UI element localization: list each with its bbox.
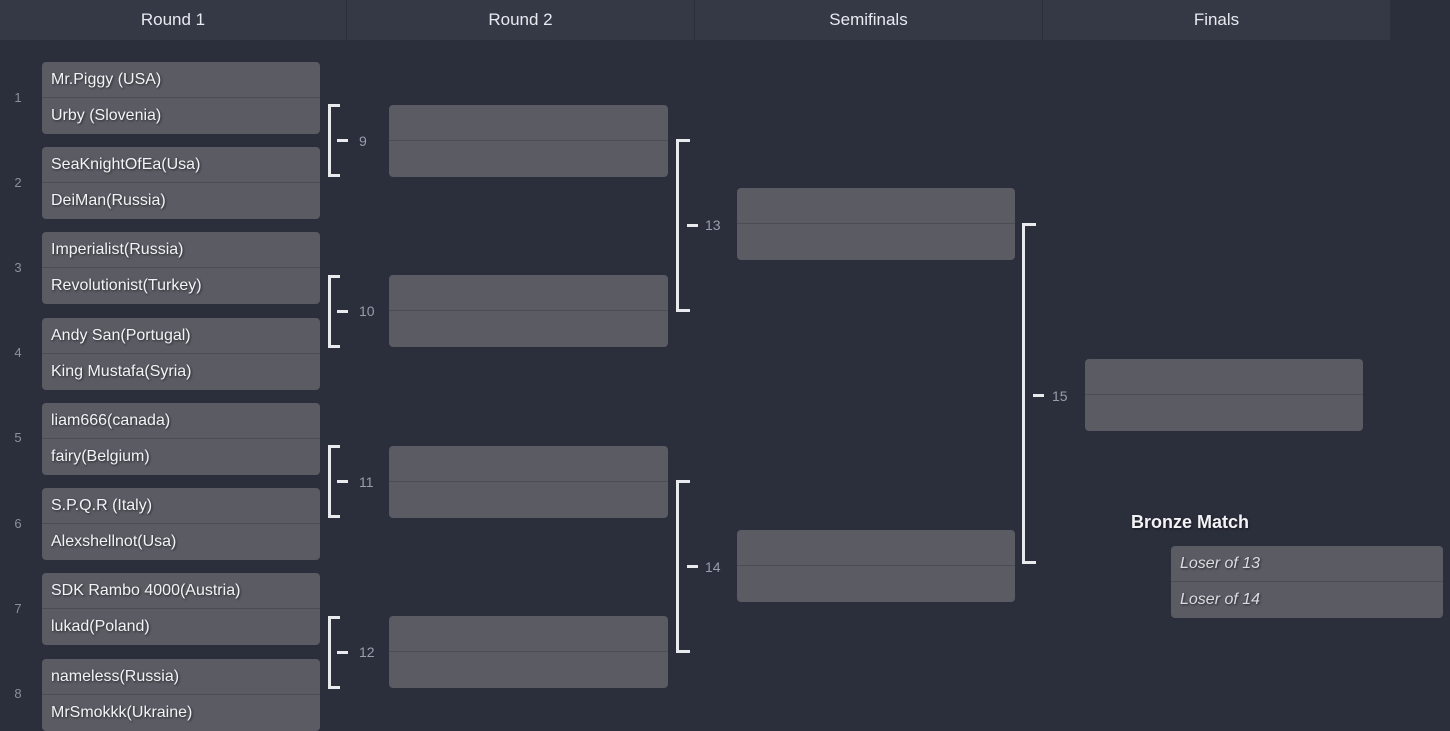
match-box-r2-10[interactable] <box>389 275 668 347</box>
match-box-r1-7[interactable]: SDK Rambo 4000(Austria) lukad(Poland) <box>42 573 320 645</box>
match-slot-top[interactable]: S.P.Q.R (Italy) <box>42 488 320 524</box>
match-slot-top[interactable] <box>389 446 668 482</box>
seed-number-3: 3 <box>14 260 22 275</box>
match-number-11: 11 <box>359 474 374 490</box>
seed-number-6: 6 <box>14 516 22 531</box>
match-slot-bottom[interactable]: MrSmokkk(Ukraine) <box>42 695 320 731</box>
match-slot-top[interactable]: SeaKnightOfEa(Usa) <box>42 147 320 183</box>
connector-stub-14 <box>687 565 698 568</box>
match-slot-top[interactable]: Loser of 13 <box>1171 546 1443 582</box>
match-slot-bottom[interactable]: Revolutionist(Turkey) <box>42 268 320 304</box>
match-slot-bottom[interactable]: DeiMan(Russia) <box>42 183 320 219</box>
match-slot-bottom[interactable]: lukad(Poland) <box>42 609 320 645</box>
connector-stub-11 <box>337 480 348 483</box>
match-slot-bottom[interactable] <box>389 141 668 177</box>
match-box-r2-11[interactable] <box>389 446 668 518</box>
match-slot-bottom[interactable] <box>389 311 668 347</box>
seed-number-1: 1 <box>14 90 22 105</box>
match-slot-top[interactable]: liam666(canada) <box>42 403 320 439</box>
connector-stub-10 <box>337 310 348 313</box>
match-box-r1-4[interactable]: Andy San(Portugal) King Mustafa(Syria) <box>42 318 320 390</box>
connector-stub-15 <box>1033 394 1044 397</box>
connector-stub-9 <box>337 139 348 142</box>
match-slot-top[interactable]: SDK Rambo 4000(Austria) <box>42 573 320 609</box>
match-slot-top[interactable] <box>737 530 1015 566</box>
match-slot-bottom[interactable]: Loser of 14 <box>1171 582 1443 618</box>
match-box-r1-5[interactable]: liam666(canada) fairy(Belgium) <box>42 403 320 475</box>
bronze-match-title: Bronze Match <box>1131 512 1250 532</box>
match-slot-bottom[interactable]: Alexshellnot(Usa) <box>42 524 320 560</box>
match-slot-top[interactable] <box>737 188 1015 224</box>
tournament-bracket: 1 2 3 4 5 6 7 8 Mr.Piggy (USA) Urby (Slo… <box>0 0 1450 731</box>
match-number-14: 14 <box>705 559 721 575</box>
match-slot-bottom[interactable]: fairy(Belgium) <box>42 439 320 475</box>
match-slot-bottom[interactable] <box>389 652 668 688</box>
seed-number-4: 4 <box>14 345 22 360</box>
match-slot-bottom[interactable] <box>389 482 668 518</box>
seed-number-7: 7 <box>14 601 22 616</box>
match-number-10: 10 <box>359 303 375 319</box>
match-box-r2-12[interactable] <box>389 616 668 688</box>
match-box-r1-6[interactable]: S.P.Q.R (Italy) Alexshellnot(Usa) <box>42 488 320 560</box>
match-slot-bottom[interactable] <box>737 224 1015 260</box>
match-slot-top[interactable] <box>389 616 668 652</box>
connector-stub-12 <box>337 651 348 654</box>
match-slot-top[interactable]: nameless(Russia) <box>42 659 320 695</box>
match-box-r1-8[interactable]: nameless(Russia) MrSmokkk(Ukraine) <box>42 659 320 731</box>
match-slot-top[interactable]: Imperialist(Russia) <box>42 232 320 268</box>
match-slot-top[interactable] <box>389 105 668 141</box>
match-box-r2-9[interactable] <box>389 105 668 177</box>
match-box-r1-3[interactable]: Imperialist(Russia) Revolutionist(Turkey… <box>42 232 320 304</box>
match-box-bronze[interactable]: Loser of 13 Loser of 14 <box>1171 546 1443 618</box>
match-box-sf-13[interactable] <box>737 188 1015 260</box>
match-slot-top[interactable] <box>1085 359 1363 395</box>
match-slot-bottom[interactable] <box>737 566 1015 602</box>
match-number-9: 9 <box>359 133 367 149</box>
match-slot-top[interactable]: Mr.Piggy (USA) <box>42 62 320 98</box>
seed-number-5: 5 <box>14 430 22 445</box>
match-slot-bottom[interactable] <box>1085 395 1363 431</box>
match-box-final-15[interactable] <box>1085 359 1363 431</box>
match-slot-bottom[interactable]: King Mustafa(Syria) <box>42 354 320 390</box>
match-box-r1-2[interactable]: SeaKnightOfEa(Usa) DeiMan(Russia) <box>42 147 320 219</box>
seed-number-8: 8 <box>14 686 22 701</box>
match-number-12: 12 <box>359 644 375 660</box>
match-number-15: 15 <box>1052 388 1068 404</box>
match-slot-bottom[interactable]: Urby (Slovenia) <box>42 98 320 134</box>
match-box-sf-14[interactable] <box>737 530 1015 602</box>
match-number-13: 13 <box>705 217 721 233</box>
match-slot-top[interactable]: Andy San(Portugal) <box>42 318 320 354</box>
match-box-r1-1[interactable]: Mr.Piggy (USA) Urby (Slovenia) <box>42 62 320 134</box>
connector-stub-13 <box>687 224 698 227</box>
match-slot-top[interactable] <box>389 275 668 311</box>
seed-number-2: 2 <box>14 175 22 190</box>
